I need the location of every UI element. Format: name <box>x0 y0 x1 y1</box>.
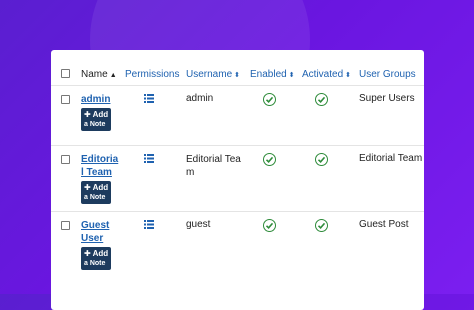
column-name-header[interactable]: Name ▲ <box>81 63 125 86</box>
check-circle-icon[interactable] <box>263 153 276 166</box>
plus-icon: ✚ Add <box>84 110 109 119</box>
table-row: admin ✚ Add a Note admin Super Users <box>51 85 424 146</box>
row-checkbox[interactable] <box>61 221 70 230</box>
users-table: Name ▲ Permissions Username ⬍ Enabled ⬍ Act… <box>51 63 424 277</box>
sort-icon: ⬍ <box>345 71 352 79</box>
check-circle-icon[interactable] <box>263 219 276 232</box>
plus-icon: ✚ Add <box>84 183 109 192</box>
user-group-cell: Editorial Team <box>359 145 424 212</box>
username-cell: admin <box>186 85 250 146</box>
check-circle-icon[interactable] <box>315 153 328 166</box>
sort-asc-icon: ▲ <box>109 71 117 79</box>
select-all-checkbox[interactable] <box>61 69 70 79</box>
check-circle-icon[interactable] <box>263 93 276 106</box>
user-group-cell: Guest Post <box>359 211 424 277</box>
username-cell: guest <box>186 211 250 277</box>
user-name-link[interactable]: admin <box>81 93 125 106</box>
list-icon[interactable] <box>144 154 154 166</box>
table-row: Guest User ✚ Add a Note guest Guest Post <box>51 211 424 277</box>
column-permissions-header: Permissions <box>125 68 180 80</box>
add-note-button[interactable]: ✚ Add a Note <box>81 181 112 204</box>
list-icon[interactable] <box>144 94 154 106</box>
check-circle-icon[interactable] <box>315 93 328 106</box>
sort-icon: ⬍ <box>234 71 241 79</box>
table-row: Editoria l Team ✚ Add a Note Editorial Tea… <box>51 145 424 212</box>
row-checkbox[interactable] <box>61 95 70 104</box>
table-header-row: Name ▲ Permissions Username ⬍ Enabled ⬍ Act… <box>51 63 424 86</box>
plus-icon: ✚ Add <box>84 249 109 258</box>
users-panel: Name ▲ Permissions Username ⬍ Enabled ⬍ Act… <box>51 50 424 310</box>
column-username-header[interactable]: Username ⬍ <box>186 63 250 86</box>
user-name-link[interactable]: Editoria l Team <box>81 153 125 179</box>
user-name-link[interactable]: Guest User <box>81 219 125 245</box>
row-checkbox[interactable] <box>61 155 70 164</box>
add-note-button[interactable]: ✚ Add a Note <box>81 247 112 270</box>
list-icon[interactable] <box>144 220 154 232</box>
check-circle-icon[interactable] <box>315 219 328 232</box>
column-enabled-header[interactable]: Enabled ⬍ <box>250 63 302 86</box>
column-user-groups-header: User Groups <box>359 68 416 80</box>
column-activated-header[interactable]: Activated ⬍ <box>302 63 359 86</box>
add-note-button[interactable]: ✚ Add a Note <box>81 108 112 131</box>
sort-icon: ⬍ <box>288 71 295 79</box>
user-group-cell: Super Users <box>359 85 424 146</box>
username-cell: Editorial Tea m <box>186 145 250 212</box>
